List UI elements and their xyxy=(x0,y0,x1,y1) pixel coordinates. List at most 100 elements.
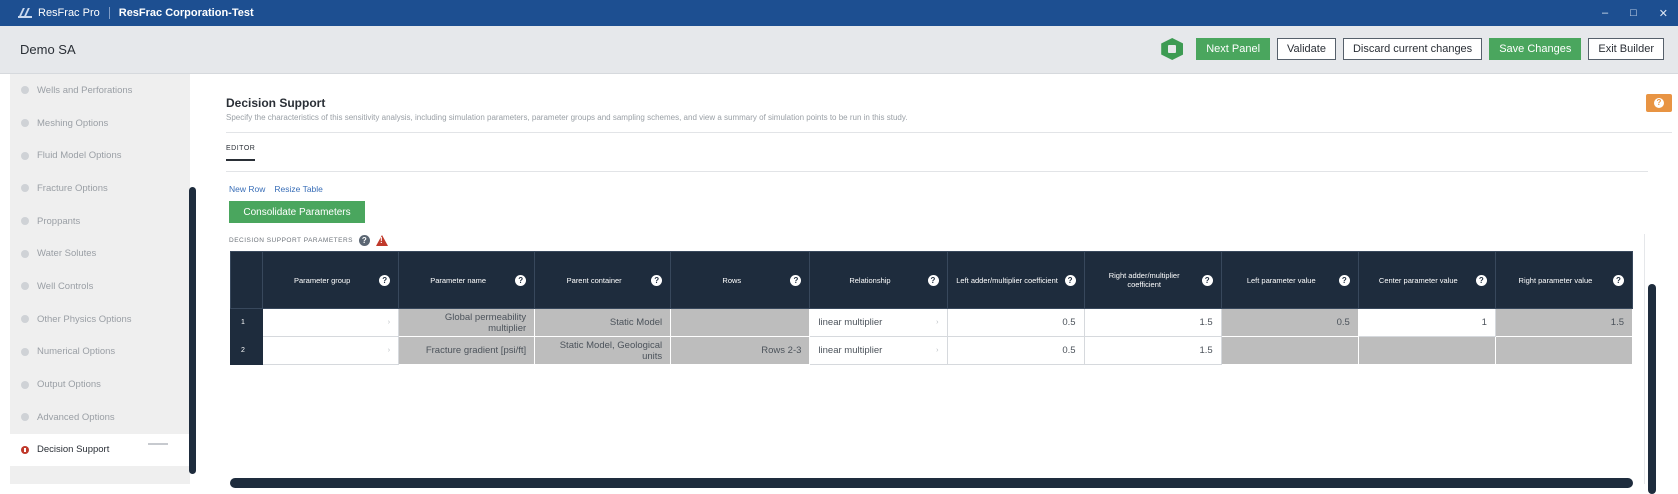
help-icon[interactable]: ? xyxy=(1338,274,1350,286)
help-icon[interactable]: ? xyxy=(1613,274,1624,286)
column-header[interactable]: Parameter name? xyxy=(398,251,536,309)
validate-button[interactable]: Validate xyxy=(1277,38,1336,60)
sidebar-item-fluid-model[interactable]: Fluid Model Options xyxy=(10,139,190,172)
help-icon[interactable]: ? xyxy=(927,274,939,286)
right-coefficient-cell[interactable]: 1.5 xyxy=(1083,308,1222,337)
sidebar: Wells and Perforations Meshing Options F… xyxy=(10,74,190,484)
column-header[interactable]: Parameter group? xyxy=(262,251,400,309)
sidebar-item-label: Other Physics Options xyxy=(37,313,132,325)
center-value-cell[interactable]: 1 xyxy=(1357,308,1496,337)
save-changes-button[interactable]: Save Changes xyxy=(1489,38,1582,60)
status-hexagon-icon[interactable] xyxy=(1161,38,1184,60)
center-value-cell[interactable] xyxy=(1357,336,1496,365)
new-row-link[interactable]: New Row xyxy=(229,184,265,194)
status-dot-icon xyxy=(21,315,29,324)
warning-icon[interactable] xyxy=(376,235,389,246)
sidebar-item-label: Wells and Perforations xyxy=(37,84,133,96)
help-icon[interactable]: ? xyxy=(379,274,391,286)
right-coefficient-cell[interactable]: 1.5 xyxy=(1083,336,1222,365)
sidebar-item-label: Fracture Options xyxy=(37,182,108,194)
column-header[interactable]: Parent container? xyxy=(534,251,672,309)
parameter-group-cell[interactable]: › xyxy=(262,336,400,365)
sidebar-item-wells[interactable]: Wells and Perforations xyxy=(10,74,190,107)
chevron-icon: › xyxy=(387,319,391,326)
table-horizontal-scrollbar[interactable] xyxy=(230,478,1633,488)
sidebar-item-well-controls[interactable]: Well Controls xyxy=(10,270,190,303)
help-icon[interactable]: ? xyxy=(790,274,802,286)
resfrac-logo-icon xyxy=(18,8,32,18)
tab-editor[interactable]: EDITOR xyxy=(226,145,255,161)
sidebar-item-label: Proppants xyxy=(37,215,81,227)
sidebar-item-fracture[interactable]: Fracture Options xyxy=(10,172,190,205)
status-dot-icon xyxy=(21,151,29,160)
sidebar-item-label: Numerical Options xyxy=(37,346,116,358)
minimize-button[interactable]: – xyxy=(1602,7,1608,19)
sidebar-scrollbar[interactable] xyxy=(189,187,196,474)
row-index[interactable]: 2 xyxy=(229,336,264,365)
right-value-cell[interactable]: 1.5 xyxy=(1494,308,1634,337)
relationship-cell[interactable]: linear multiplier › xyxy=(809,308,948,337)
relationship-cell[interactable]: linear multiplier › xyxy=(809,336,948,365)
parameters-section-label: DECISION SUPPORT PARAMETERS ? xyxy=(229,235,389,246)
sidebar-item-water-solutes[interactable]: Water Solutes xyxy=(10,237,190,270)
column-header[interactable]: Rows? xyxy=(670,251,811,309)
app-identity: ResFrac Pro ResFrac Corporation-Test xyxy=(0,7,254,19)
sidebar-item-label: Decision Support xyxy=(37,444,110,456)
left-value-cell[interactable] xyxy=(1220,336,1359,365)
table-row: 2 › Fracture gradient [psi/ft] Static Mo… xyxy=(229,336,1634,365)
parameter-group-cell[interactable]: › xyxy=(262,308,400,337)
parameter-name-cell[interactable]: Fracture gradient [psi/ft] xyxy=(398,336,536,365)
sidebar-item-label: Fluid Model Options xyxy=(37,150,122,162)
column-header[interactable]: Right adder/multiplier coefficient? xyxy=(1083,251,1222,309)
left-coefficient-cell[interactable]: 0.5 xyxy=(946,308,1085,337)
vertical-scrollbar[interactable] xyxy=(1648,284,1656,494)
rows-cell[interactable] xyxy=(670,308,811,337)
parameter-name-cell[interactable]: Global permeability multiplier xyxy=(398,308,536,337)
status-dot-icon xyxy=(21,86,29,95)
column-header[interactable]: Right parameter value? xyxy=(1494,251,1634,309)
consolidate-parameters-button[interactable]: Consolidate Parameters xyxy=(229,201,365,223)
help-icon[interactable]: ? xyxy=(359,235,371,246)
help-icon[interactable]: ? xyxy=(1064,274,1076,286)
help-icon[interactable]: ? xyxy=(515,274,527,286)
left-coefficient-cell[interactable]: 0.5 xyxy=(946,336,1085,365)
sidebar-item-decision-support[interactable]: Decision Support xyxy=(10,433,190,467)
chevron-icon: › xyxy=(387,347,391,354)
sidebar-item-other-physics[interactable]: Other Physics Options xyxy=(10,303,190,336)
rows-cell[interactable]: Rows 2-3 xyxy=(670,336,811,365)
discard-changes-button[interactable]: Discard current changes xyxy=(1342,38,1483,60)
close-button[interactable]: ✕ xyxy=(1659,7,1668,20)
help-icon[interactable]: ? xyxy=(1475,274,1487,286)
resize-table-link[interactable]: Resize Table xyxy=(274,184,323,194)
left-value-cell[interactable]: 0.5 xyxy=(1220,308,1359,337)
sidebar-item-label: Meshing Options xyxy=(37,117,109,129)
next-panel-button[interactable]: Next Panel xyxy=(1196,38,1271,60)
sidebar-item-output[interactable]: Output Options xyxy=(10,368,190,401)
sidebar-item-proppants[interactable]: Proppants xyxy=(10,205,190,238)
help-icon[interactable]: ? xyxy=(651,274,663,286)
column-header[interactable]: Left adder/multiplier coefficient? xyxy=(946,251,1085,309)
chevron-icon: › xyxy=(936,319,939,326)
parent-container-cell[interactable]: Static Model xyxy=(534,308,672,337)
sidebar-item-meshing[interactable]: Meshing Options xyxy=(10,107,190,140)
page-description: Specify the characteristics of this sens… xyxy=(226,113,908,122)
decision-support-table: Parameter group? Parameter name? Parent … xyxy=(229,251,1634,365)
row-index[interactable]: 1 xyxy=(229,308,264,337)
status-dot-icon xyxy=(21,217,29,226)
right-value-cell[interactable] xyxy=(1494,336,1634,365)
column-header[interactable]: Relationship? xyxy=(809,251,948,309)
parent-container-cell[interactable]: Static Model, Geological units xyxy=(534,336,672,365)
exit-builder-button[interactable]: Exit Builder xyxy=(1588,38,1664,60)
help-button[interactable]: ? xyxy=(1646,94,1672,112)
column-header[interactable]: Center parameter value? xyxy=(1357,251,1496,309)
maximize-button[interactable]: □ xyxy=(1630,7,1637,19)
table-header-row: Parameter group? Parameter name? Parent … xyxy=(229,251,1634,309)
main-panel: Decision Support Specify the characteris… xyxy=(198,74,1678,494)
column-header[interactable]: Left parameter value? xyxy=(1220,251,1359,309)
table-row: 1 › Global permeability multiplier Stati… xyxy=(229,308,1634,337)
sidebar-item-numerical[interactable]: Numerical Options xyxy=(10,336,190,369)
sidebar-item-advanced[interactable]: Advanced Options xyxy=(10,401,190,434)
sidebar-item-label: Output Options xyxy=(37,379,101,391)
help-icon[interactable]: ? xyxy=(1201,274,1213,286)
app-name: ResFrac Pro xyxy=(38,7,100,19)
